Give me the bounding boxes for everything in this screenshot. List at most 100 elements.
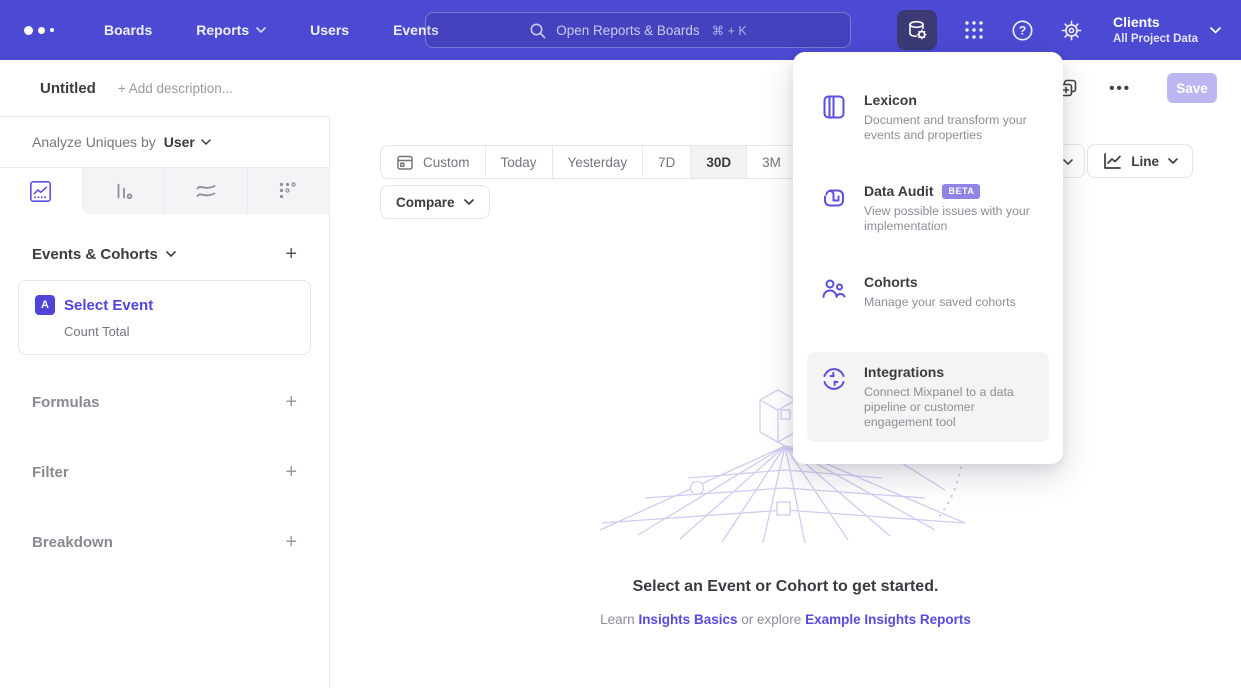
project-switcher[interactable]: Clients All Project Data bbox=[1113, 14, 1221, 46]
range-yesterday[interactable]: Yesterday bbox=[552, 146, 643, 178]
project-name: Clients bbox=[1113, 14, 1198, 32]
formulas-label: Formulas bbox=[32, 394, 100, 411]
top-navbar: Boards Reports Users Events Open Reports… bbox=[0, 0, 1241, 60]
mixpanel-insights-app: Boards Reports Users Events Open Reports… bbox=[0, 0, 1241, 688]
help-button[interactable]: ? bbox=[1011, 19, 1034, 42]
chevron-down-icon bbox=[201, 139, 211, 145]
settings-button[interactable] bbox=[1060, 19, 1083, 42]
primary-nav: Boards Reports Users Events bbox=[104, 22, 439, 38]
stacked-chart-icon bbox=[194, 179, 218, 203]
range-30d-selected[interactable]: 30D bbox=[690, 146, 746, 178]
bar-chart-icon bbox=[112, 180, 135, 203]
empty-state-title: Select an Event or Cohort to get started… bbox=[330, 578, 1241, 596]
search-shortcut: ⌘ + K bbox=[712, 23, 747, 38]
line-chart-icon bbox=[29, 180, 52, 203]
report-main-area: Custom Today Yesterday 7D 30D 3M 6M Comp… bbox=[330, 116, 1241, 688]
filter-section: Filter + bbox=[0, 461, 329, 483]
chevron-down-icon bbox=[1063, 159, 1073, 165]
search-icon bbox=[529, 22, 546, 39]
compare-dropdown[interactable]: Compare bbox=[380, 185, 490, 219]
tab-bar-chart[interactable] bbox=[82, 168, 165, 214]
project-scope: All Project Data bbox=[1113, 32, 1198, 46]
beta-badge: BETA bbox=[942, 184, 980, 199]
cohorts-title: Cohorts bbox=[864, 274, 918, 290]
report-header-actions: ••• Save bbox=[1057, 73, 1217, 103]
tab-metrics-grid[interactable] bbox=[247, 168, 330, 214]
settings-gear-icon bbox=[1060, 19, 1083, 42]
lexicon-title: Lexicon bbox=[864, 92, 917, 108]
data-audit-description: View possible issues with your implement… bbox=[864, 204, 1035, 234]
svg-text:?: ? bbox=[1019, 23, 1026, 37]
chart-style-dropdown[interactable]: Line bbox=[1087, 144, 1193, 178]
nav-item-users[interactable]: Users bbox=[310, 22, 349, 38]
calendar-icon bbox=[396, 153, 414, 171]
tab-stacked-chart[interactable] bbox=[164, 168, 247, 214]
event-series-badge: A bbox=[35, 295, 55, 315]
data-audit-title: Data Audit bbox=[864, 183, 933, 199]
menu-item-data-audit[interactable]: Data Audit BETA View possible issues wit… bbox=[807, 171, 1049, 246]
add-breakdown-button[interactable]: + bbox=[285, 532, 297, 552]
report-description-placeholder[interactable]: + Add description... bbox=[118, 81, 233, 96]
data-management-icon bbox=[905, 18, 929, 42]
menu-item-integrations[interactable]: Integrations Connect Mixpanel to a data … bbox=[807, 352, 1049, 442]
more-options-button[interactable]: ••• bbox=[1109, 80, 1131, 97]
search-placeholder: Open Reports & Boards bbox=[556, 23, 699, 38]
report-title[interactable]: Untitled bbox=[40, 80, 96, 97]
chevron-down-icon bbox=[256, 27, 266, 33]
menu-item-lexicon[interactable]: Lexicon Document and transform your even… bbox=[807, 80, 1049, 155]
date-range-control: Custom Today Yesterday 7D 30D 3M 6M bbox=[380, 145, 847, 179]
filter-label: Filter bbox=[32, 464, 69, 481]
data-audit-icon bbox=[821, 183, 847, 234]
learn-prefix: Learn bbox=[600, 612, 635, 627]
analyze-by-label: Analyze Uniques by bbox=[32, 134, 156, 150]
add-event-button[interactable]: + bbox=[285, 244, 297, 264]
analyze-by-selector[interactable]: User bbox=[164, 134, 211, 150]
breakdown-section: Breakdown + bbox=[0, 531, 329, 553]
nav-item-reports[interactable]: Reports bbox=[196, 22, 266, 38]
events-cohorts-toggle[interactable]: Events & Cohorts bbox=[32, 246, 176, 263]
cohorts-description: Manage your saved cohorts bbox=[864, 295, 1016, 310]
save-button[interactable]: Save bbox=[1167, 73, 1217, 103]
help-icon: ? bbox=[1011, 19, 1034, 42]
event-row: A Select Event bbox=[35, 295, 294, 315]
nav-item-boards[interactable]: Boards bbox=[104, 22, 152, 38]
events-cohorts-header: Events & Cohorts + bbox=[32, 244, 297, 264]
global-search-input[interactable]: Open Reports & Boards ⌘ + K bbox=[425, 12, 851, 48]
cohorts-people-icon bbox=[821, 274, 847, 310]
tab-line-chart[interactable] bbox=[0, 168, 82, 214]
integrations-title: Integrations bbox=[864, 364, 944, 380]
chevron-down-icon bbox=[166, 251, 176, 257]
data-management-button[interactable] bbox=[897, 10, 937, 50]
menu-item-cohorts[interactable]: Cohorts Manage your saved cohorts bbox=[807, 262, 1049, 322]
add-formula-button[interactable]: + bbox=[285, 392, 297, 412]
range-7d[interactable]: 7D bbox=[642, 146, 690, 178]
example-reports-link[interactable]: Example Insights Reports bbox=[805, 612, 971, 627]
range-3m[interactable]: 3M bbox=[746, 146, 796, 178]
empty-state-subtitle: Learn Insights Basics or explore Example… bbox=[330, 612, 1241, 627]
lexicon-book-icon bbox=[821, 92, 847, 143]
integrations-description: Connect Mixpanel to a data pipeline or c… bbox=[864, 385, 1035, 430]
apps-grid-icon bbox=[963, 19, 985, 41]
line-chart-style-icon bbox=[1102, 151, 1122, 171]
query-builder-sidebar: Analyze Uniques by User bbox=[0, 116, 330, 688]
integrations-sync-icon bbox=[821, 364, 847, 430]
insights-basics-link[interactable]: Insights Basics bbox=[638, 612, 737, 627]
event-card[interactable]: A Select Event Count Total bbox=[18, 280, 311, 355]
lexicon-description: Document and transform your events and p… bbox=[864, 113, 1035, 143]
add-filter-button[interactable]: + bbox=[285, 462, 297, 482]
range-custom[interactable]: Custom bbox=[381, 146, 485, 178]
event-metric-selector[interactable]: Count Total bbox=[64, 324, 294, 339]
explore-middle: or explore bbox=[741, 612, 801, 627]
navbar-right-tools: ? Clients All Project Data bbox=[897, 10, 1221, 50]
apps-grid-button[interactable] bbox=[963, 19, 985, 41]
select-event-button[interactable]: Select Event bbox=[64, 297, 153, 314]
range-today[interactable]: Today bbox=[485, 146, 552, 178]
chevron-down-icon bbox=[1210, 27, 1221, 34]
analyze-by-row: Analyze Uniques by User bbox=[0, 117, 329, 168]
formulas-section: Formulas + bbox=[0, 391, 329, 413]
mixpanel-logo-dots-icon[interactable] bbox=[24, 26, 64, 35]
breakdown-label: Breakdown bbox=[32, 534, 113, 551]
chart-type-tabs bbox=[0, 168, 329, 214]
chevron-down-icon bbox=[1168, 158, 1178, 164]
chevron-down-icon bbox=[464, 199, 474, 205]
